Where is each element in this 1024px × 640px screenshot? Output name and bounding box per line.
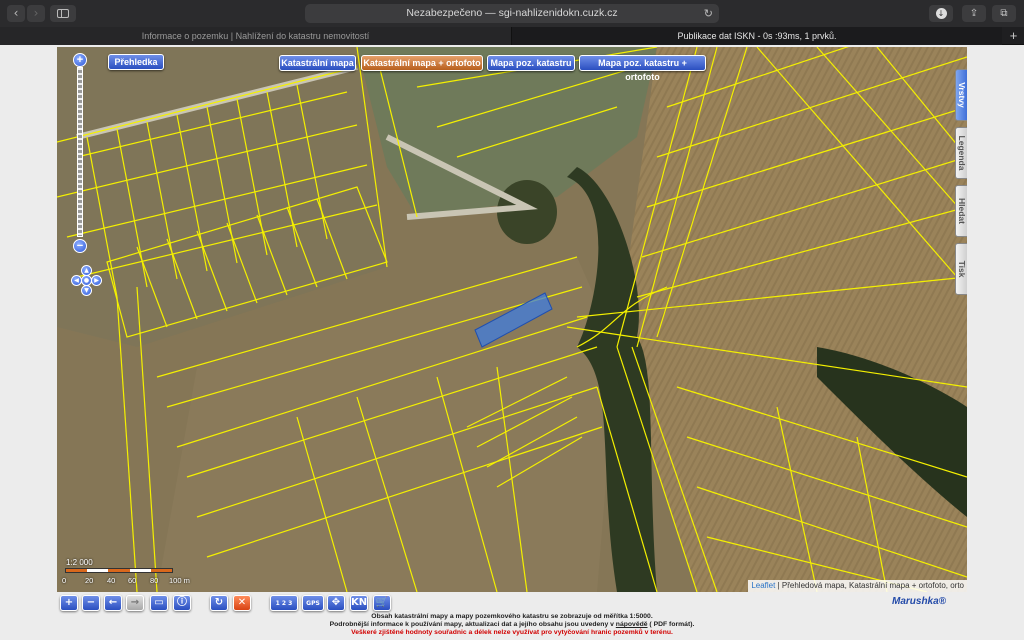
scale-label: 80 bbox=[150, 576, 159, 585]
scale-ratio: 1:2 000 bbox=[66, 558, 93, 567]
back-button[interactable]: ‹ bbox=[7, 5, 25, 22]
compass-tool[interactable]: ✥ bbox=[327, 595, 345, 611]
attribution-text: | Přehledová mapa, Katastrální mapa + or… bbox=[777, 581, 964, 590]
reload-icon[interactable]: ↻ bbox=[704, 4, 713, 23]
zoom-in-tool[interactable]: + bbox=[60, 595, 78, 611]
side-tab-label: Vrstvy bbox=[956, 82, 967, 108]
side-tab-layers[interactable]: Vrstvy bbox=[955, 69, 967, 121]
note-line-2a: Podrobnější informace k používání mapy, … bbox=[329, 621, 614, 629]
layer-land-cadastre-ortho-button[interactable]: Mapa poz. katastru + ortofoto bbox=[579, 55, 706, 82]
address-text: Nezabezpečeno — sgi-nahlizenidokn.cuzk.c… bbox=[406, 7, 618, 19]
map-view[interactable]: Přehledka Katastrální mapa Katastrální m… bbox=[57, 47, 967, 592]
side-tab-legend[interactable]: Legenda bbox=[955, 127, 967, 179]
side-tab-search[interactable]: Hledat bbox=[955, 185, 967, 237]
kn-tool[interactable]: KN bbox=[350, 595, 368, 611]
layer-cadastral-ortho-button[interactable]: Katastrální mapa + ortofoto bbox=[361, 55, 483, 71]
scale-label: 20 bbox=[85, 576, 94, 585]
marushka-logo: Marushka® bbox=[892, 596, 947, 607]
map-attribution: Leaflet | Přehledová mapa, Katastrální m… bbox=[748, 580, 967, 592]
leaflet-link[interactable]: Leaflet bbox=[751, 581, 775, 590]
clear-tool[interactable]: ✕ bbox=[233, 595, 251, 611]
layer-land-cadastre-button[interactable]: Mapa poz. katastru bbox=[487, 55, 575, 71]
back-tool[interactable]: ← bbox=[104, 595, 122, 611]
new-tab-button[interactable]: + bbox=[1003, 27, 1024, 45]
sidebar-icon bbox=[57, 9, 69, 18]
pan-right-icon[interactable]: ▶ bbox=[91, 275, 102, 286]
scale-bar-box: 1:2 000 0 20 40 60 80 100 m bbox=[61, 557, 211, 589]
scale-label: 0 bbox=[62, 576, 67, 585]
zoom-slider[interactable] bbox=[77, 67, 83, 237]
gps-tool[interactable]: GPS bbox=[302, 595, 324, 611]
map-notes: Obsah katastrální mapy a mapy pozemkovéh… bbox=[0, 613, 1024, 638]
help-link[interactable]: nápovědě bbox=[616, 621, 648, 628]
sidebar-toggle-button[interactable] bbox=[50, 5, 76, 22]
browser-toolbar: ‹ › Nezabezpečeno — sgi-nahlizenidokn.cu… bbox=[0, 0, 1024, 27]
side-tab-label: Legenda bbox=[956, 135, 967, 171]
warning-text: Veškeré zjištěné hodnoty souřadnic a dél… bbox=[351, 629, 673, 637]
show-tabs-button[interactable]: ⧉ bbox=[992, 5, 1016, 22]
zoom-out-button[interactable]: − bbox=[73, 239, 87, 253]
tree-cluster bbox=[497, 180, 557, 244]
forward-button[interactable]: › bbox=[27, 5, 45, 22]
side-tab-label: Hledat bbox=[956, 198, 967, 224]
tabs-icon: ⧉ bbox=[1000, 8, 1008, 19]
pan-control: ▲ ◀ ● ▶ ▼ bbox=[71, 265, 103, 297]
refresh-tool[interactable]: ↻ bbox=[210, 595, 228, 611]
measure-icon: 1 2 3 bbox=[275, 600, 293, 607]
info-tool[interactable]: ⓘ bbox=[173, 595, 191, 611]
share-icon: ⇪ bbox=[969, 8, 979, 19]
zoom-out-tool[interactable]: − bbox=[82, 595, 100, 611]
tab-iskn-publication[interactable]: Publikace dat ISKN - 0s :93ms, 1 prvků. bbox=[512, 27, 1002, 45]
address-bar[interactable]: Nezabezpečeno — sgi-nahlizenidokn.cuzk.c… bbox=[305, 4, 719, 23]
download-icon: ↓ bbox=[935, 8, 947, 19]
note-line-1: Obsah katastrální mapy a mapy pozemkovéh… bbox=[371, 613, 653, 620]
measure-tool[interactable]: 1 2 3 bbox=[270, 595, 298, 611]
side-tab-print[interactable]: Tisk bbox=[955, 243, 967, 295]
downloads-button[interactable]: ↓ bbox=[929, 5, 953, 22]
overview-button[interactable]: Přehledka bbox=[108, 54, 164, 70]
scale-bar bbox=[65, 568, 173, 573]
pan-down-icon[interactable]: ▼ bbox=[81, 285, 92, 296]
tab-bar: Informace o pozemku | Nahlížení do katas… bbox=[0, 27, 1024, 45]
tab-parcel-info[interactable]: Informace o pozemku | Nahlížení do katas… bbox=[0, 27, 512, 45]
scale-labels: 0 20 40 60 80 100 m bbox=[61, 576, 211, 586]
cart-tool[interactable]: 🛒 bbox=[373, 595, 391, 611]
zoom-box-tool[interactable]: ▭ bbox=[150, 595, 168, 611]
cadastral-map-canvas[interactable] bbox=[57, 47, 967, 592]
gps-icon: GPS bbox=[306, 600, 320, 607]
forward-tool[interactable]: → bbox=[126, 595, 144, 611]
layer-cadastral-map-button[interactable]: Katastrální mapa bbox=[279, 55, 356, 71]
scale-label: 40 bbox=[107, 576, 116, 585]
zoom-in-button[interactable]: + bbox=[73, 53, 87, 67]
scale-label: 60 bbox=[128, 576, 137, 585]
share-button[interactable]: ⇪ bbox=[962, 5, 986, 22]
side-tab-label: Tisk bbox=[956, 260, 967, 278]
note-line-2b: ( PDF formát). bbox=[649, 621, 695, 629]
scale-label: 100 m bbox=[169, 576, 190, 585]
